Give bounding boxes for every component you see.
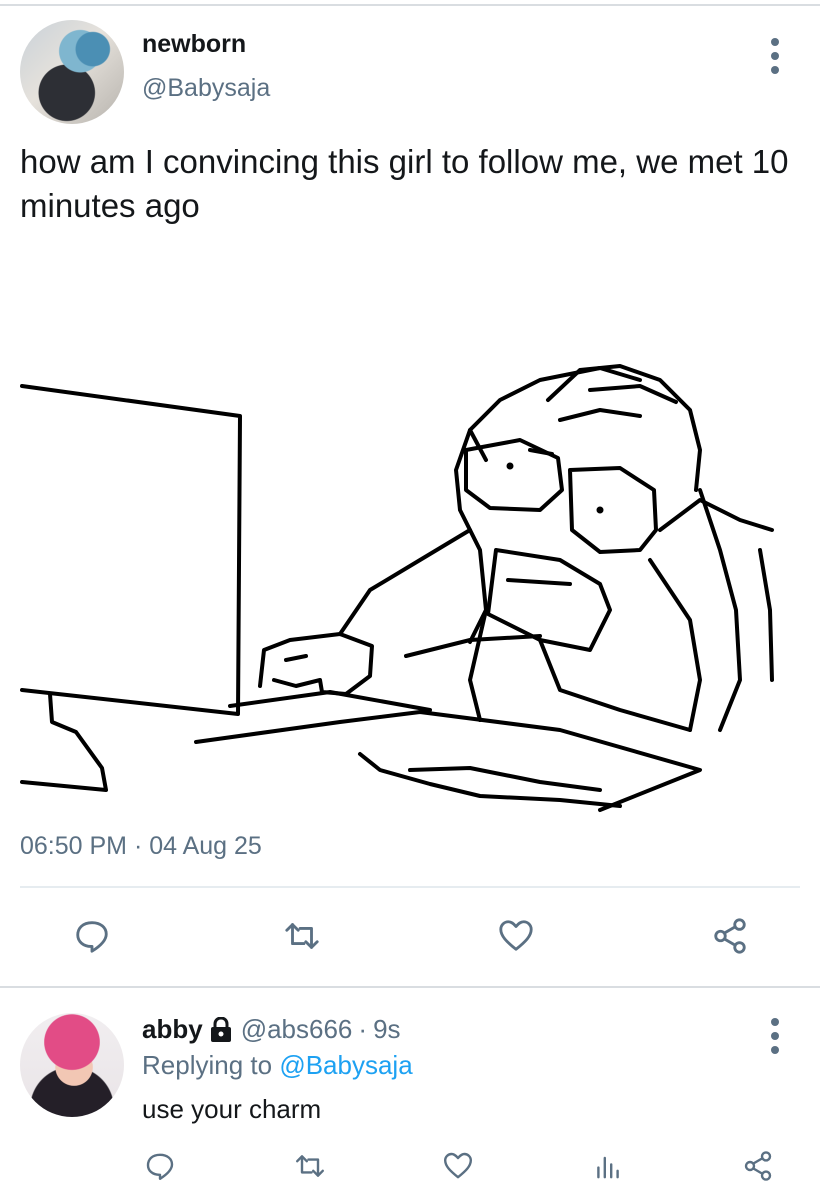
replying-to-label: Replying to bbox=[142, 1050, 280, 1080]
replying-to: Replying to @Babysaja bbox=[142, 1050, 413, 1081]
author-name[interactable]: newborn bbox=[142, 30, 246, 59]
reply-header: abby @abs666 · 9s bbox=[142, 1014, 401, 1045]
reply-button[interactable] bbox=[70, 914, 114, 958]
tweet-text: how am I convincing this girl to follow … bbox=[20, 143, 789, 224]
reply-analytics-button[interactable] bbox=[588, 1146, 628, 1186]
share-icon bbox=[744, 1151, 772, 1181]
share-button[interactable] bbox=[708, 914, 752, 958]
reply-time[interactable]: 9s bbox=[373, 1014, 400, 1045]
like-button[interactable] bbox=[494, 914, 538, 958]
reply-icon bbox=[76, 921, 108, 953]
heart-icon bbox=[444, 1152, 472, 1179]
reply-like-button[interactable] bbox=[438, 1146, 478, 1186]
more-options-icon[interactable] bbox=[762, 36, 788, 76]
retweet-icon bbox=[285, 923, 319, 949]
reply-author-avatar[interactable] bbox=[20, 1013, 124, 1117]
retweet-icon bbox=[296, 1155, 324, 1177]
replying-to-mention[interactable]: @Babysaja bbox=[279, 1050, 412, 1080]
reply-icon bbox=[146, 1153, 174, 1180]
divider bbox=[0, 986, 820, 988]
author-handle[interactable]: @Babysaja bbox=[142, 74, 270, 103]
reply-author-handle[interactable]: @abs666 bbox=[241, 1014, 353, 1045]
heart-icon bbox=[499, 920, 533, 951]
reply-text: use your charm bbox=[142, 1094, 322, 1124]
divider bbox=[20, 886, 800, 888]
retweet-button[interactable] bbox=[280, 914, 324, 958]
tweet-media-image[interactable] bbox=[0, 350, 820, 820]
author-avatar[interactable] bbox=[20, 20, 124, 124]
share-icon bbox=[714, 918, 746, 954]
more-options-icon[interactable] bbox=[762, 1016, 788, 1056]
tweet-timestamp[interactable]: 06:50 PM · 04 Aug 25 bbox=[20, 832, 262, 861]
separator-dot: · bbox=[358, 1014, 368, 1044]
reply-reply-button[interactable] bbox=[140, 1146, 180, 1186]
analytics-icon bbox=[597, 1156, 619, 1179]
reply-share-button[interactable] bbox=[738, 1146, 778, 1186]
lock-icon bbox=[210, 1016, 231, 1042]
reply-author-name[interactable]: abby bbox=[142, 1014, 203, 1045]
top-divider bbox=[0, 4, 820, 6]
reply-retweet-button[interactable] bbox=[290, 1146, 330, 1186]
